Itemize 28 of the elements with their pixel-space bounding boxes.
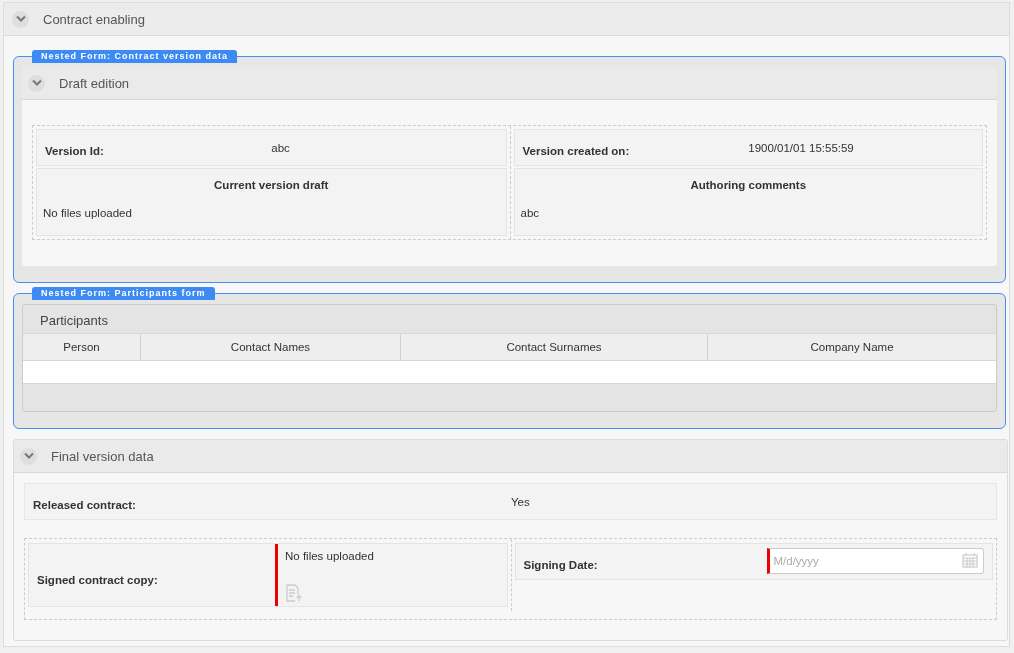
- column-header[interactable]: Contact Surnames: [400, 334, 707, 360]
- field-label: Signed contract copy:: [37, 573, 159, 586]
- nested-form-tag: Nested Form: Participants form: [32, 287, 215, 300]
- collapse-icon[interactable]: [20, 447, 37, 465]
- field-label: Released contract:: [33, 499, 137, 513]
- column-header[interactable]: Company Name: [707, 334, 996, 360]
- block-content: No files uploaded: [43, 207, 132, 219]
- date-field[interactable]: M/d/yyyy: [766, 548, 984, 574]
- table-title: Participants: [39, 312, 109, 330]
- column-header[interactable]: Person: [23, 334, 140, 360]
- field-value: abc: [271, 141, 291, 156]
- block-heading: Authoring comments: [690, 179, 807, 191]
- collapse-icon[interactable]: [28, 74, 45, 92]
- section-title: Draft edition: [59, 75, 130, 91]
- collapse-icon[interactable]: [12, 10, 29, 28]
- field-value: 1900/01/01 15:55:59: [748, 141, 855, 156]
- section-title: Final version data: [51, 448, 154, 464]
- nested-form-tag: Nested Form: Contract version data: [32, 50, 238, 63]
- upload-status: No files uploaded: [285, 550, 375, 562]
- block-heading: Current version draft: [214, 179, 329, 191]
- field-label: Version Id:: [45, 145, 105, 159]
- field-value: Yes: [511, 495, 531, 510]
- field-label: Version created on:: [522, 145, 631, 159]
- field-label: Signing Date:: [523, 559, 599, 573]
- file-upload[interactable]: No files uploaded: [275, 544, 507, 606]
- column-header[interactable]: Contact Names: [140, 334, 400, 360]
- panel-title: Contract enabling: [43, 11, 145, 27]
- block-content: abc: [520, 207, 540, 219]
